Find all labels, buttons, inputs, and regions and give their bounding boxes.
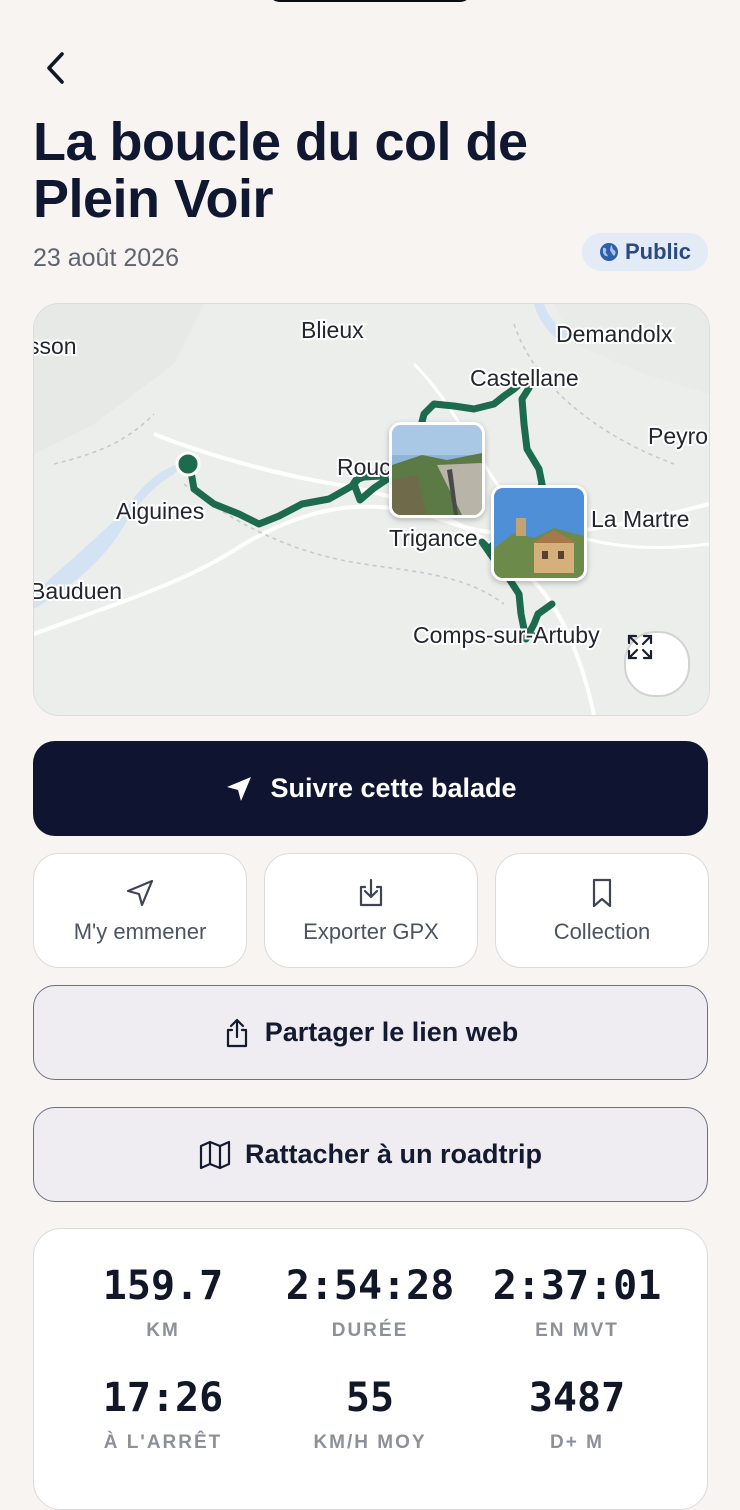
attach-roadtrip-label: Rattacher à un roadtrip: [244, 1139, 543, 1169]
stat-label: À L'ARRÊT: [103, 1432, 223, 1453]
photo-thumbnail-gorge[interactable]: [389, 422, 485, 518]
export-gpx-button[interactable]: Exporter GPX: [264, 853, 478, 968]
stat-distance: 159.7 KM: [63, 1264, 263, 1342]
back-button[interactable]: [36, 48, 76, 88]
visibility-label: Public: [624, 239, 691, 264]
take-me-there-label: M'y emmener: [73, 918, 207, 944]
map-label-blieux: Blieux: [301, 317, 364, 343]
stat-value: 2:54:28: [285, 1263, 455, 1309]
follow-ride-label: Suivre cette balade: [270, 773, 517, 803]
stat-value: 55: [345, 1375, 395, 1421]
visibility-badge[interactable]: Public: [582, 233, 708, 271]
share-web-link-button[interactable]: Partager le lien web: [33, 985, 708, 1080]
stat-label: KM: [146, 1320, 180, 1341]
map-label-comps-sur-artuby: Comps-sur-Artuby: [413, 622, 600, 648]
stat-label: EN MVT: [535, 1320, 619, 1341]
stat-label: DURÉE: [331, 1320, 409, 1341]
stat-label: KM/H MOY: [313, 1432, 427, 1453]
take-me-there-button[interactable]: M'y emmener: [33, 853, 247, 968]
download-icon: [359, 878, 383, 906]
stat-moving-time: 2:37:01 EN MVT: [477, 1264, 677, 1342]
stat-stopped-time: 17:26 À L'ARRÊT: [63, 1376, 263, 1454]
map-label-trigance: Trigance: [389, 525, 478, 551]
map-label-demandolx: Demandolx: [556, 321, 673, 347]
collection-button[interactable]: Collection: [495, 853, 709, 968]
map-label-castellane: Castellane: [470, 365, 579, 391]
route-map[interactable]: sson Blieux Demandolx Castellane Peyro A…: [33, 303, 710, 716]
stat-elevation-gain: 3487 D+ M: [477, 1376, 677, 1454]
ride-stats-card: 159.7 KM 2:54:28 DURÉE 2:37:01 EN MVT 17…: [33, 1228, 708, 1510]
stat-value: 159.7: [102, 1263, 224, 1309]
export-gpx-label: Exporter GPX: [303, 918, 439, 944]
map-canvas: sson Blieux Demandolx Castellane Peyro A…: [34, 304, 709, 715]
share-icon: [226, 1018, 247, 1047]
stat-label: D+ M: [550, 1432, 604, 1453]
ride-date: 23 août 2026: [33, 244, 179, 272]
expand-map-button[interactable]: [624, 631, 690, 697]
share-web-link-label: Partager le lien web: [264, 1017, 519, 1047]
navigation-arrow-icon: [126, 879, 154, 906]
route-start-marker: [175, 451, 201, 477]
device-notch: [268, 0, 472, 2]
photo-thumbnail-village[interactable]: [491, 485, 587, 581]
map-label-rouc: Rouc: [337, 454, 391, 480]
map-label-bauduen: Bauduen: [34, 578, 122, 604]
collection-label: Collection: [553, 918, 651, 944]
stat-value: 17:26: [102, 1375, 224, 1421]
page-title: La boucle du col de Plein Voir: [33, 112, 528, 229]
stat-avg-speed: 55 KM/H MOY: [270, 1376, 470, 1454]
map-label-aiguines: Aiguines: [116, 498, 204, 524]
map-label-peyro: Peyro: [648, 423, 708, 449]
map-icon: [199, 1140, 231, 1169]
photo-image: [392, 425, 482, 515]
chevron-left-icon: [47, 52, 64, 84]
stat-value: 2:37:01: [492, 1263, 662, 1309]
map-label-sson: sson: [34, 333, 77, 359]
attach-roadtrip-button[interactable]: Rattacher à un roadtrip: [33, 1107, 708, 1202]
follow-ride-button[interactable]: Suivre cette balade: [33, 741, 708, 836]
navigation-arrow-icon: [227, 776, 252, 801]
photo-image: [494, 488, 584, 578]
map-label-la-martre: La Martre: [591, 506, 689, 532]
expand-icon: [627, 634, 653, 660]
bookmark-icon: [592, 878, 612, 907]
stat-value: 3487: [528, 1375, 626, 1421]
globe-icon: [599, 243, 618, 261]
stat-duration: 2:54:28 DURÉE: [270, 1264, 470, 1342]
